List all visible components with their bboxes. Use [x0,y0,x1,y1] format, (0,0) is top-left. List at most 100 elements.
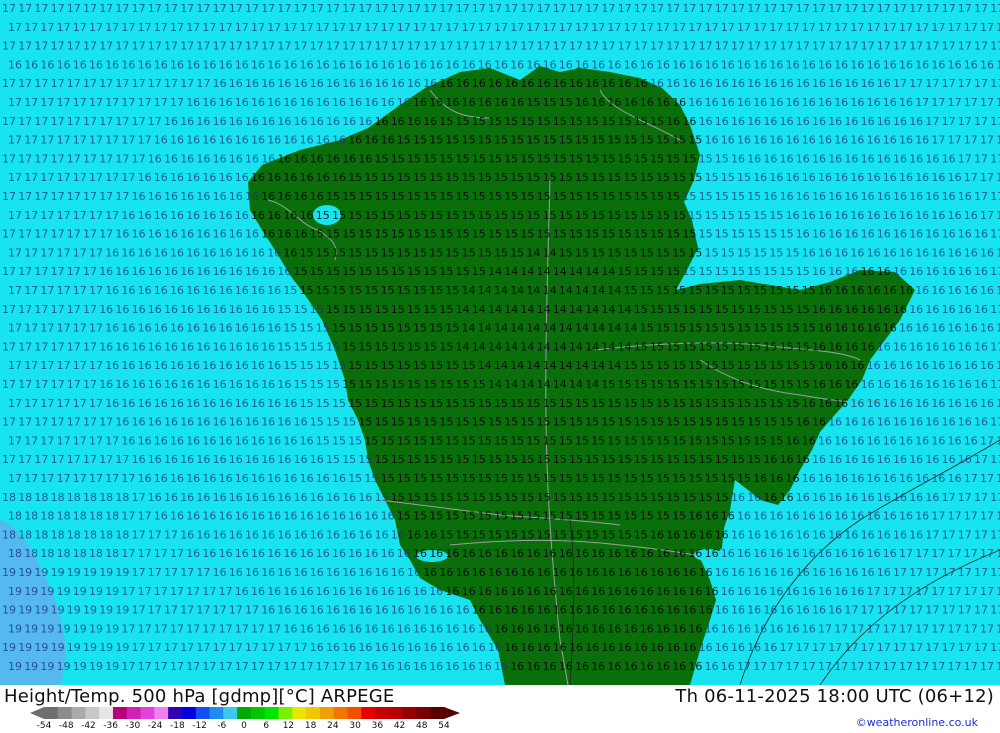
contour-label: 14 [585,303,599,316]
contour-label: 16 [235,472,249,485]
contour-label: 16 [251,322,265,335]
contour-label: 16 [731,604,745,617]
contour-label: 15 [763,265,777,278]
contour-label: 16 [850,58,864,71]
contour-label: 15 [462,472,476,485]
contour-label: 17 [780,641,794,654]
contour-label: 17 [8,359,22,372]
contour-label: 16 [326,152,340,165]
contour-label: 16 [666,77,680,90]
contour-label: 15 [682,152,696,165]
legend-tick-label: 54 [438,721,450,731]
contour-label: 16 [277,152,291,165]
contour-label: 16 [219,246,233,259]
contour-label: 18 [83,528,97,541]
contour-label: 15 [618,115,632,128]
contour-label: 16 [364,134,378,147]
contour-label: 16 [899,96,913,109]
contour-label: 15 [375,152,389,165]
contour-label: 16 [559,58,573,71]
contour-label: 16 [445,547,459,560]
contour-label: 16 [261,378,275,391]
contour-label: 17 [18,265,32,278]
contour-label: 16 [202,134,216,147]
contour-label: 17 [737,21,751,34]
contour-label: 15 [575,397,589,410]
contour-label: 17 [67,303,81,316]
contour-label: 17 [818,660,832,673]
contour-label: 17 [958,566,972,579]
contour-label: 17 [796,641,810,654]
contour-label: 16 [974,378,988,391]
contour-label: 16 [164,416,178,429]
contour-label: 16 [575,585,589,598]
contour-label: 17 [624,21,638,34]
contour-label: 16 [219,209,233,222]
contour-label: 16 [154,209,168,222]
contour-label: 16 [575,622,589,635]
contour-label: 18 [57,510,71,523]
contour-label: 15 [656,134,670,147]
contour-label: 16 [828,491,842,504]
contour-label: 15 [381,397,395,410]
contour-label: 16 [796,228,810,241]
contour-label: 16 [867,322,881,335]
contour-label: 15 [624,359,638,372]
contour-label: 15 [488,491,502,504]
contour-label: 14 [520,340,534,353]
contour-label: 16 [520,641,534,654]
contour-label: 16 [996,58,1000,71]
contour-label: 17 [121,21,135,34]
contour-label: 15 [520,152,534,165]
contour-label: 16 [219,322,233,335]
contour-label: 16 [423,115,437,128]
contour-label: 15 [575,246,589,259]
contour-label: 16 [818,246,832,259]
contour-label: 16 [342,491,356,504]
credit-link[interactable]: ©weatheronline.co.uk [856,716,978,729]
contour-label: 16 [423,604,437,617]
contour-label: 15 [786,246,800,259]
contour-label: 16 [618,566,632,579]
contour-label: 15 [429,209,443,222]
contour-label: 16 [219,472,233,485]
contour-label: 16 [148,491,162,504]
contour-label: 16 [202,58,216,71]
legend-tick-label: 12 [282,721,295,731]
contour-label: 17 [2,303,16,316]
contour-label: 15 [786,397,800,410]
contour-label: 17 [948,134,962,147]
contour-label: 16 [251,472,265,485]
contour-label: 15 [656,246,670,259]
contour-label: 15 [342,416,356,429]
contour-label: 17 [996,21,1000,34]
legend-swatch [416,707,431,719]
contour-label: 15 [445,359,459,372]
contour-label: 15 [715,265,729,278]
contour-label: 14 [488,265,502,278]
contour-label: 16 [261,528,275,541]
contour-label: 16 [364,660,378,673]
contour-label: 15 [456,152,470,165]
contour-label: 17 [267,660,281,673]
contour-label: 17 [170,21,184,34]
contour-label: 15 [510,434,524,447]
contour-label: 16 [850,134,864,147]
contour-label: 15 [591,171,605,184]
contour-label: 16 [472,77,486,90]
contour-label: 14 [553,340,567,353]
contour-label: 16 [796,77,810,90]
contour-label: 15 [624,246,638,259]
contour-label: 17 [504,2,518,15]
contour-label: 15 [332,434,346,447]
contour-label: 16 [753,58,767,71]
contour-label: 17 [196,2,210,15]
contour-label: 15 [510,397,524,410]
contour-label: 17 [942,566,956,579]
contour-label: 16 [381,96,395,109]
contour-label: 16 [196,491,210,504]
contour-label: 16 [342,77,356,90]
contour-label: 15 [715,152,729,165]
contour-label: 16 [121,359,135,372]
contour-label: 19 [89,622,103,635]
